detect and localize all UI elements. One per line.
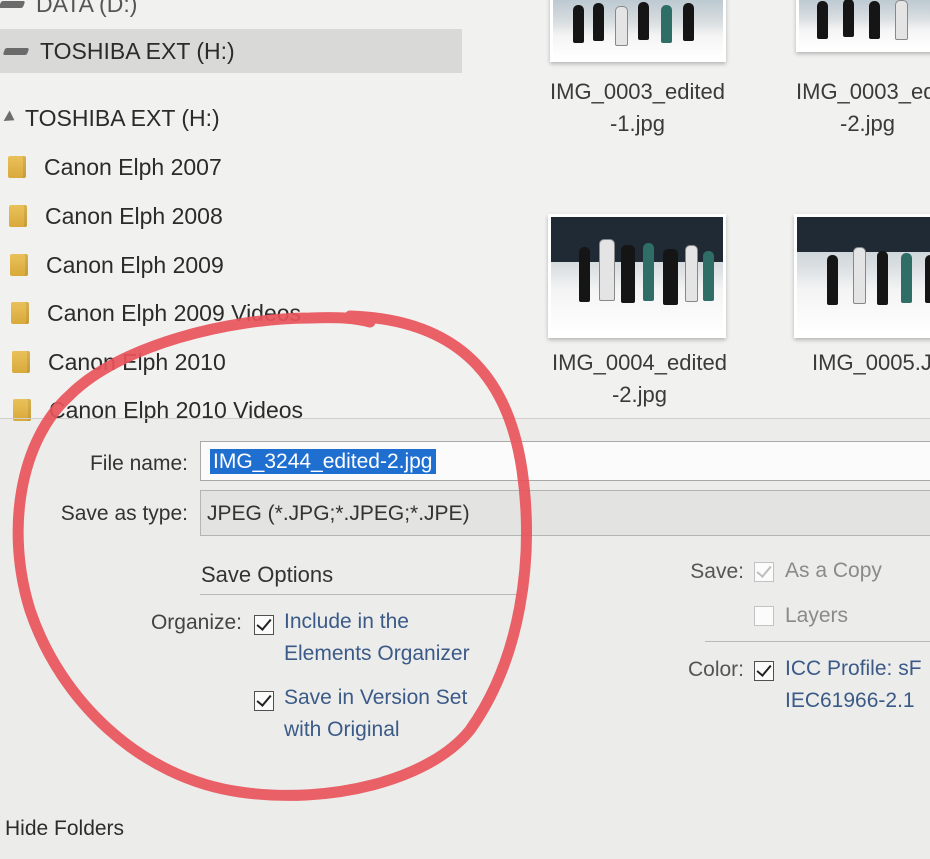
save-options-heading: Save Options [201, 562, 334, 587]
thumbnail-image[interactable] [796, 0, 930, 52]
file-name-input[interactable]: IMG_3244_edited-2.jpg [200, 441, 930, 481]
icc-profile-checkbox[interactable] [754, 661, 774, 681]
nav-item-label: TOSHIBA EXT (H:) [40, 37, 235, 64]
filename-line: IMG_0004_edited [552, 350, 727, 375]
option-line: Save in Version Set [284, 686, 468, 709]
save-label: Save: [690, 560, 744, 583]
chevron-right-icon[interactable] [3, 110, 18, 126]
save-as-type-value: JPEG (*.JPG;*.JPEG;*.JPE) [207, 502, 470, 525]
include-in-organizer-label[interactable]: Include in the Elements Organizer [284, 606, 470, 670]
thumbnail-image[interactable] [548, 214, 726, 338]
as-a-copy-checkbox[interactable] [754, 562, 774, 582]
thumbnail-image[interactable] [550, 0, 726, 62]
drive-icon [4, 46, 30, 56]
option-line: with Original [284, 718, 400, 741]
thumbnail-image[interactable] [794, 214, 930, 338]
save-as-type-select[interactable]: JPEG (*.JPG;*.JPEG;*.JPE) [200, 490, 930, 536]
file-browser-pane: DATA (D:) TOSHIBA EXT (H:) TOSHIBA EXT (… [0, 0, 930, 423]
save-in-version-set-label[interactable]: Save in Version Set with Original [284, 682, 467, 746]
thumbnail-label[interactable]: IMG_0005.J [812, 347, 930, 379]
folder-item[interactable]: Canon Elph 2008 [9, 194, 223, 238]
save-as-type-label: Save as type: [60, 502, 188, 525]
filename-line: -1.jpg [609, 111, 666, 136]
pane-divider [0, 418, 930, 419]
folder-label: Canon Elph 2010 Videos [49, 396, 304, 423]
folder-item[interactable]: Canon Elph 2009 Videos [11, 291, 301, 335]
folder-icon [12, 351, 30, 373]
organize-label: Organize: [150, 611, 242, 634]
folder-label: Canon Elph 2007 [44, 153, 222, 180]
icc-profile-label[interactable]: ICC Profile: sF IEC61966-2.1 [785, 653, 922, 717]
option-line: ICC Profile: sF [785, 657, 922, 680]
nav-item-label: DATA (D:) [36, 0, 138, 17]
layers-checkbox[interactable] [754, 606, 774, 626]
hide-folders-button[interactable]: Hide Folders [5, 817, 124, 841]
file-name-value: IMG_3244_edited-2.jpg [210, 449, 436, 474]
folder-label: Canon Elph 2008 [45, 202, 223, 229]
option-line: IEC61966-2.1 [785, 689, 915, 712]
thumbnail-label[interactable]: IMG_0003_edited -1.jpg [540, 76, 735, 140]
option-line: Elements Organizer [284, 642, 470, 665]
folder-label: Canon Elph 2009 [46, 251, 224, 278]
thumbnail-label[interactable]: IMG_0004_edited -2.jpg [542, 347, 737, 411]
folder-item[interactable]: Canon Elph 2009 [10, 243, 224, 287]
filename-line: IMG_0005.J [812, 350, 930, 375]
folder-icon [8, 156, 26, 178]
nav-item-toshiba-selected[interactable]: TOSHIBA EXT (H:) [0, 29, 462, 73]
nav-item-data-drive[interactable]: DATA (D:) [0, 0, 137, 26]
filename-line: -2.jpg [611, 382, 668, 407]
save-right-divider [705, 641, 930, 642]
folder-label: Canon Elph 2009 Videos [47, 299, 302, 326]
option-line: Include in the [284, 610, 409, 633]
save-options-divider [200, 594, 522, 595]
thumbnail-grid: IMG_0003_edited -1.jpg IMG_0003_ed -2.jp… [520, 0, 930, 418]
folder-icon [9, 205, 27, 227]
folder-icon [11, 302, 29, 324]
filename-line: IMG_0003_ed [796, 79, 930, 104]
file-name-label: File name: [89, 452, 188, 475]
filename-line: -2.jpg [840, 111, 896, 136]
as-a-copy-label[interactable]: As a Copy [785, 555, 882, 587]
folder-tree: DATA (D:) TOSHIBA EXT (H:) TOSHIBA EXT (… [0, 0, 470, 423]
folder-item[interactable]: Canon Elph 2010 Videos [13, 388, 303, 432]
thumbnail-label[interactable]: IMG_0003_ed -2.jpg [782, 76, 930, 140]
nav-item-toshiba-tree[interactable]: TOSHIBA EXT (H:) [3, 96, 220, 140]
drive-icon [0, 0, 26, 9]
color-label: Color: [687, 658, 744, 681]
folder-icon [10, 254, 28, 276]
save-in-version-set-checkbox[interactable] [254, 691, 274, 711]
filename-line: IMG_0003_edited [550, 79, 725, 104]
folder-label: Canon Elph 2010 [48, 348, 226, 375]
nav-item-label: TOSHIBA EXT (H:) [25, 104, 220, 131]
layers-label[interactable]: Layers [785, 600, 848, 632]
folder-item[interactable]: Canon Elph 2007 [8, 145, 222, 189]
folder-item[interactable]: Canon Elph 2010 [12, 340, 226, 384]
include-in-organizer-checkbox[interactable] [254, 615, 274, 635]
